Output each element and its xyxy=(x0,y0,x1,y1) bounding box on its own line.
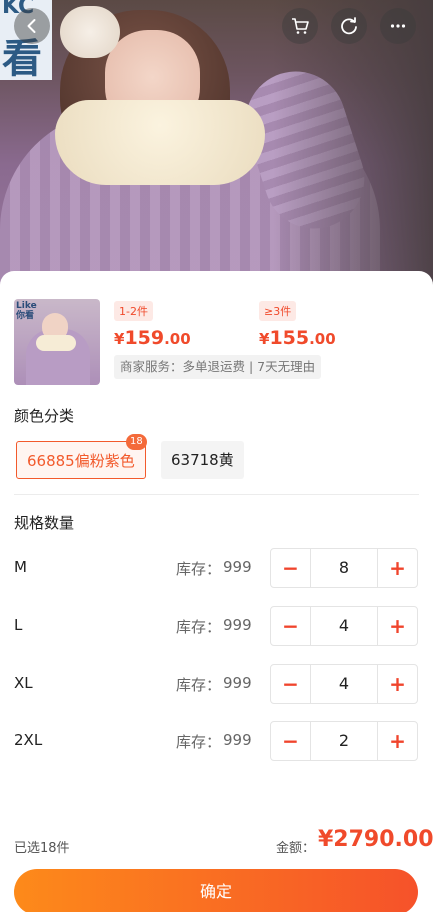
tier-price: ¥159.00 xyxy=(114,327,191,349)
color-option-63718[interactable]: 63718黄 xyxy=(161,441,244,479)
tier-range: ≥3件 xyxy=(259,301,297,321)
share-icon xyxy=(341,17,357,35)
back-button[interactable] xyxy=(14,8,50,44)
decrease-button[interactable]: − xyxy=(271,607,310,645)
photo-background xyxy=(273,0,433,300)
photo-headband xyxy=(60,6,120,58)
stock-label: 库存： xyxy=(176,618,222,636)
tier-price-dec: .00 xyxy=(164,330,191,348)
size-label: L xyxy=(14,616,23,634)
cart-icon xyxy=(292,18,309,34)
thumb-collar xyxy=(36,335,76,351)
decrease-button[interactable]: − xyxy=(271,665,310,703)
tier-price-int: 159 xyxy=(124,327,165,349)
photo-collar xyxy=(55,100,265,185)
tier-price-dec: .00 xyxy=(309,330,336,348)
confirm-button[interactable]: 确定 xyxy=(14,869,418,912)
tier-currency: ¥ xyxy=(114,330,125,348)
color-option-label: 63718黄 xyxy=(171,451,234,469)
stock-value: 999 xyxy=(223,616,252,634)
selected-count: 已选18件 xyxy=(14,841,70,856)
size-row-xl: XL 库存： 999 − 4 + xyxy=(0,664,433,704)
divider xyxy=(14,494,419,495)
chevron-left-icon xyxy=(27,19,36,33)
increase-button[interactable]: + xyxy=(378,665,417,703)
price-tier-2: ≥3件 ¥155.00 xyxy=(259,300,336,349)
increase-button[interactable]: + xyxy=(378,722,417,760)
quantity-stepper: − 2 + xyxy=(270,721,418,761)
decrease-button[interactable]: − xyxy=(271,549,310,587)
product-photo: KC 看 xyxy=(0,0,433,300)
quantity-input[interactable]: 4 xyxy=(310,607,378,645)
quantity-input[interactable]: 2 xyxy=(310,722,378,760)
size-label: M xyxy=(14,558,27,576)
quantity-stepper: − 4 + xyxy=(270,606,418,646)
cart-button[interactable] xyxy=(282,8,318,44)
stock-label: 库存： xyxy=(176,560,222,578)
tier-price: ¥155.00 xyxy=(259,327,336,349)
spec-section-title: 规格数量 xyxy=(14,514,75,532)
more-dots-icon xyxy=(390,24,406,28)
more-button[interactable] xyxy=(380,8,416,44)
increase-button[interactable]: + xyxy=(378,607,417,645)
quantity-input[interactable]: 4 xyxy=(310,665,378,703)
product-thumbnail[interactable]: Like 你看 xyxy=(14,299,100,385)
share-button[interactable] xyxy=(331,8,367,44)
tier-price-int: 155 xyxy=(269,327,310,349)
selected-count-badge: 18 xyxy=(125,434,147,450)
stock-label: 库存： xyxy=(176,676,222,694)
size-label: 2XL xyxy=(14,731,43,749)
tier-currency: ¥ xyxy=(259,330,270,348)
price-tier-1: 1-2件 ¥159.00 xyxy=(114,300,191,349)
size-label: XL xyxy=(14,674,33,692)
merchant-service: 商家服务：多单退运费 | 7天无理由 xyxy=(114,355,322,379)
tier-range: 1-2件 xyxy=(114,301,153,321)
quantity-stepper: − 4 + xyxy=(270,664,418,704)
thumb-logo: Like 你看 xyxy=(16,301,37,321)
size-row-2xl: 2XL 库存： 999 − 2 + xyxy=(0,721,433,761)
total-amount: ¥2790.00 xyxy=(318,827,433,852)
decrease-button[interactable]: − xyxy=(271,722,310,760)
quantity-input[interactable]: 8 xyxy=(310,549,378,587)
sku-selector-sheet: Like 你看 1-2件 ¥159.00 ≥3件 ¥155.00 商家服务：多单… xyxy=(0,271,433,912)
stock-label: 库存： xyxy=(176,733,222,751)
thumb-logo-line2: 你看 xyxy=(16,311,35,321)
color-option-66885[interactable]: 66885偏粉紫色 18 xyxy=(16,434,147,479)
amount-label: 金额： xyxy=(276,841,316,856)
color-option-label: 66885偏粉紫色 xyxy=(27,452,135,470)
stock-value: 999 xyxy=(223,731,252,749)
stock-value: 999 xyxy=(223,558,252,576)
thumb-logo-line1: Like xyxy=(16,301,37,311)
quantity-stepper: − 8 + xyxy=(270,548,418,588)
size-row-m: M 库存： 999 − 8 + xyxy=(0,548,433,588)
increase-button[interactable]: + xyxy=(378,549,417,587)
size-row-l: L 库存： 999 − 4 + xyxy=(0,606,433,646)
stock-value: 999 xyxy=(223,674,252,692)
color-section-title: 颜色分类 xyxy=(14,407,75,425)
